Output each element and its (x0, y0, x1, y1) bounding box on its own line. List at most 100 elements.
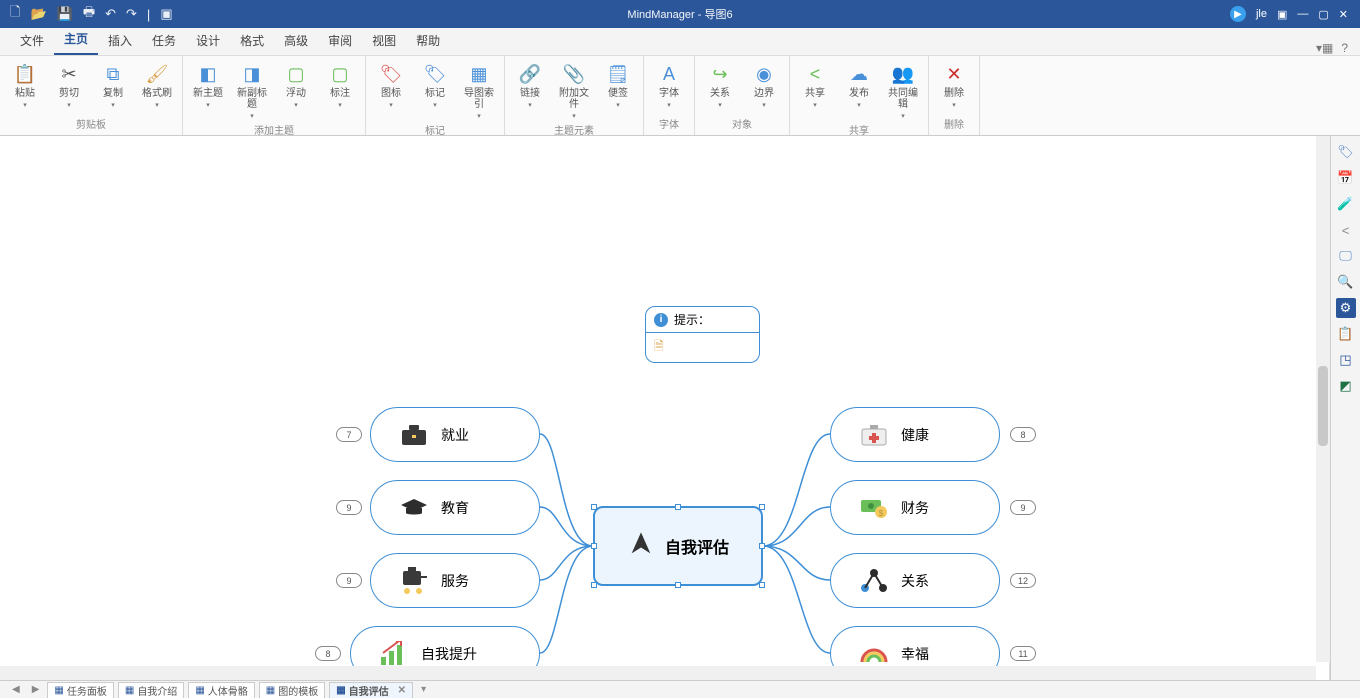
horizontal-scrollbar[interactable] (0, 666, 1316, 680)
topic-badge[interactable]: 9 (336, 500, 362, 515)
doc-tab[interactable]: ▦自我介绍 (118, 682, 184, 698)
topic-badge[interactable]: 8 (1010, 427, 1036, 442)
doc-tab[interactable]: ▦图的模板 (259, 682, 325, 698)
ribbon-label: 共享 (805, 88, 825, 99)
tab-file[interactable]: 文件 (10, 26, 54, 55)
clipboard-panel-icon[interactable]: 📋 (1336, 324, 1356, 344)
tags-panel-icon[interactable]: 🏷 (1336, 142, 1356, 162)
open-icon[interactable]: 📂 (30, 6, 46, 22)
ribbon-button[interactable]: ◨新副标题▾ (233, 60, 271, 120)
search-panel-icon[interactable]: 🔍 (1336, 272, 1356, 292)
growth-chart-icon (379, 639, 409, 669)
minimize-button[interactable]: — (1297, 8, 1308, 20)
ribbon-group-title: 剪贴板 (6, 114, 176, 133)
ribbon-button[interactable]: ✂剪切▾ (50, 60, 88, 114)
ribbon-group-title: 字体 (650, 114, 688, 133)
tab-insert[interactable]: 插入 (98, 26, 142, 55)
topic-badge[interactable]: 12 (1010, 573, 1036, 588)
doc-tab-active[interactable]: ▦自我评估✕ (329, 682, 413, 698)
resource-panel-icon[interactable]: 🧪 (1336, 194, 1356, 214)
tab-review[interactable]: 审阅 (318, 26, 362, 55)
calendar-panel-icon[interactable]: 📅 (1336, 168, 1356, 188)
ribbon-group: 🏷图标▾🏷标记▾▦导图索引▾标记 (366, 56, 505, 135)
topic-employment[interactable]: 就业 (370, 407, 540, 462)
settings-panel-icon[interactable]: ⚙ (1336, 298, 1356, 318)
ribbon-button[interactable]: 🏷标记▾ (416, 60, 454, 120)
ribbon-icon: 🗒 (606, 62, 630, 86)
ribbon-toggle-icon[interactable]: ▣ (1277, 8, 1287, 21)
doc-tab[interactable]: ▦人体骨骼 (188, 682, 254, 698)
topic-badge[interactable]: 9 (336, 573, 362, 588)
tab-home[interactable]: 主页 (54, 24, 98, 55)
ribbon-button[interactable]: 🔗链接▾ (511, 60, 549, 120)
ribbon-button[interactable]: 👥共同编辑▾ (884, 60, 922, 120)
topic-badge[interactable]: 9 (1010, 500, 1036, 515)
topic-relationship[interactable]: 关系 (830, 553, 1000, 608)
share-panel-icon[interactable]: < (1336, 220, 1356, 240)
ribbon-button[interactable]: 📋粘贴▾ (6, 60, 44, 114)
hint-callout[interactable]: i 提示： 🗎 (645, 306, 760, 363)
ribbon-button[interactable]: 🏷图标▾ (372, 60, 410, 120)
view-icon[interactable]: ▣ (160, 6, 172, 22)
doc-tab[interactable]: ▦任务面板 (47, 682, 113, 698)
ribbon-button[interactable]: ◉边界▾ (745, 60, 783, 114)
ribbon-icon: 🏷 (379, 62, 403, 86)
ribbon-label: 共同编辑 (884, 88, 922, 110)
ribbon-button[interactable]: ◧新主题▾ (189, 60, 227, 120)
ribbon-icon: ✕ (942, 62, 966, 86)
topic-badge[interactable]: 11 (1010, 646, 1036, 661)
topic-education[interactable]: 教育 (370, 480, 540, 535)
ribbon-button[interactable]: ⧉复制▾ (94, 60, 132, 114)
maximize-button[interactable]: ▢ (1318, 8, 1328, 21)
tab-view[interactable]: 视图 (362, 26, 406, 55)
save-icon[interactable]: 💾 (57, 6, 73, 22)
ribbon-button[interactable]: ✕删除▾ (935, 60, 973, 114)
undo-icon[interactable]: ↶ (105, 6, 116, 22)
ribbon-options-icon[interactable]: ▾▦ (1316, 41, 1333, 55)
tab-help[interactable]: 帮助 (406, 26, 450, 55)
ribbon-button[interactable]: A字体▾ (650, 60, 688, 114)
redo-icon[interactable]: ↷ (126, 6, 137, 22)
tab-advanced[interactable]: 高级 (274, 26, 318, 55)
ribbon-button[interactable]: ▢浮动▾ (277, 60, 315, 120)
topic-badge[interactable]: 7 (336, 427, 362, 442)
topic-health[interactable]: 健康 (830, 407, 1000, 462)
print-icon[interactable]: 🖶 (83, 3, 95, 25)
ribbon-button[interactable]: 📎附加文件▾ (555, 60, 593, 120)
outlook-panel-icon[interactable]: ◳ (1336, 350, 1356, 370)
ribbon-button[interactable]: <共享▾ (796, 60, 834, 120)
close-button[interactable]: ✕ (1339, 8, 1348, 21)
info-icon: i (654, 313, 668, 327)
central-topic[interactable]: 自我评估 (593, 506, 763, 586)
topic-service[interactable]: 服务 (370, 553, 540, 608)
trolley-icon (399, 566, 429, 596)
menu-tabs: 文件 主页 插入 任务 设计 格式 高级 审阅 视图 帮助 ▾▦ ? (0, 28, 1360, 56)
ribbon-button[interactable]: ↪关系▾ (701, 60, 739, 114)
ribbon-button[interactable]: ▦导图索引▾ (460, 60, 498, 120)
topic-label: 健康 (901, 425, 929, 445)
ribbon-button[interactable]: ☁发布▾ (840, 60, 878, 120)
tab-dropdown-icon[interactable]: ▾ (417, 684, 430, 695)
tab-design[interactable]: 设计 (186, 26, 230, 55)
new-icon[interactable]: 🗋 (10, 3, 20, 25)
topic-finance[interactable]: $ 财务 (830, 480, 1000, 535)
ribbon-icon: ✂ (57, 62, 81, 86)
note-icon: 🗎 (654, 339, 664, 353)
ribbon-button[interactable]: ▢标注▾ (321, 60, 359, 120)
vertical-scrollbar[interactable] (1316, 136, 1330, 662)
ribbon-group: ◧新主题▾◨新副标题▾▢浮动▾▢标注▾添加主题 (183, 56, 366, 135)
ribbon-icon: ◧ (196, 62, 220, 86)
help-icon[interactable]: ? (1341, 41, 1348, 55)
tab-task[interactable]: 任务 (142, 26, 186, 55)
excel-panel-icon[interactable]: ◩ (1336, 376, 1356, 396)
ribbon-button[interactable]: 🖌格式刷▾ (138, 60, 176, 114)
topic-badge[interactable]: 8 (315, 646, 341, 661)
tab-format[interactable]: 格式 (230, 26, 274, 55)
tab-next-icon[interactable]: ▶ (28, 684, 44, 695)
ribbon-button[interactable]: 🗒便签▾ (599, 60, 637, 120)
ribbon-icon: ◉ (752, 62, 776, 86)
mindmap-canvas[interactable]: i 提示： 🗎 自我评估 就业 7 教育 9 服务 (0, 136, 1330, 680)
browser-panel-icon[interactable]: 🖵 (1336, 246, 1356, 266)
tab-prev-icon[interactable]: ◀ (8, 684, 24, 695)
user-avatar-icon[interactable]: ▶ (1230, 6, 1246, 22)
